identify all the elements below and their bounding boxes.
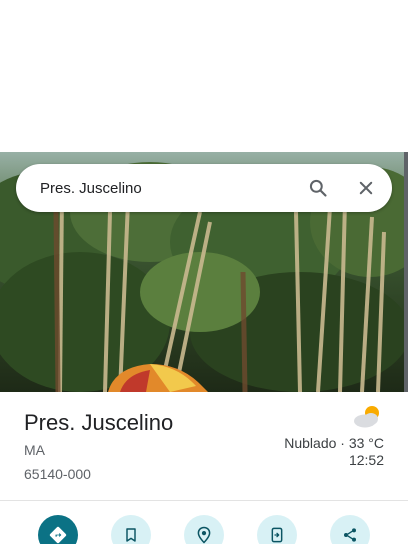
share-icon [344,528,356,542]
place-info-panel: Pres. Juscelino MA 65140-000 Nublado · 3… [0,392,408,500]
action-bar [0,515,408,544]
nearby-icon [197,526,211,544]
share-button[interactable] [330,515,370,544]
send-to-phone-button[interactable] [257,515,297,544]
save-button[interactable] [111,515,151,544]
place-state: MA [24,442,45,458]
place-title: Pres. Juscelino [24,410,174,435]
weather-time: 12:52 [348,452,384,468]
weather-widget: Nublado · 33 °C 12:52 [284,404,384,469]
search-icon[interactable] [294,164,342,212]
weather-condition: Nublado · 33 °C [284,435,384,451]
directions-button[interactable] [38,515,78,544]
blank-map-area [0,0,408,152]
send-to-phone-icon [271,527,283,543]
close-icon[interactable] [342,164,390,212]
directions-icon [49,526,67,544]
divider [0,500,408,501]
nearby-button[interactable] [184,515,224,544]
bookmark-icon [126,528,136,542]
scrollbar[interactable] [404,152,408,392]
partly-cloudy-icon [352,404,384,430]
place-postal-code: 65140-000 [24,466,91,482]
search-bar[interactable]: Pres. Juscelino [16,164,392,212]
search-input[interactable]: Pres. Juscelino [40,180,294,197]
